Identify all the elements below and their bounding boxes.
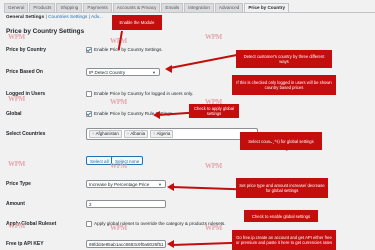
price-by-country-checkbox[interactable] xyxy=(86,47,92,53)
amount-label: Amount xyxy=(6,201,25,207)
price-type-value: Increase by Percentage Price xyxy=(89,182,150,187)
subnav-separator: | xyxy=(88,15,90,20)
callout-detect-country: Detect customer's country by three diffe… xyxy=(236,50,332,68)
countries-multiselect[interactable]: ×Afghanistan ×Albania ×Algeria xyxy=(86,128,258,140)
tab-price-by-country[interactable]: Price by Country xyxy=(244,3,290,12)
country-chip[interactable]: ×Algeria xyxy=(150,130,174,138)
wpm-watermark: WPM xyxy=(8,160,25,168)
price-by-country-label: Price by Country xyxy=(6,47,47,53)
settings-tabs: General Products Shipping Payments Accou… xyxy=(4,2,375,13)
price-type-label: Price Type xyxy=(6,181,31,187)
subnav-separator: | xyxy=(45,15,47,20)
callout-global-settings: Check to apply global settings xyxy=(189,104,239,118)
callout-price-type: Set price type and amount increase/ decr… xyxy=(236,178,328,198)
callout-enable-global: Check to enable global settings xyxy=(244,210,318,222)
tab-products[interactable]: Products xyxy=(29,3,56,12)
price-type-select[interactable]: Increase by Percentage Price ▼ xyxy=(86,180,166,188)
tab-shipping[interactable]: Shipping xyxy=(56,3,83,12)
price-by-country-text: Enable Price by Country Settings. xyxy=(94,47,163,52)
tab-emails[interactable]: Emails xyxy=(161,3,184,12)
subnav-advanced[interactable]: Adv... xyxy=(91,15,103,20)
chevron-down-icon: ▼ xyxy=(152,70,156,75)
logged-in-users-text: Enable Price by Country for logged in us… xyxy=(94,91,194,96)
close-icon[interactable]: × xyxy=(127,131,130,136)
arrow-left-icon xyxy=(153,111,160,119)
price-based-on-select[interactable]: IP Detect Country ▼ xyxy=(86,68,160,76)
tab-accounts-privacy[interactable]: Accounts & Privacy xyxy=(112,3,161,12)
subnav-general[interactable]: General Settings xyxy=(6,15,44,20)
api-key-label: Free ip API KEY xyxy=(6,241,44,247)
wpm-watermark: WPM xyxy=(8,95,25,103)
api-key-input[interactable]: 69fdd4e85ab1acc8683c9f0a8026f51 xyxy=(86,240,166,248)
global-checkbox[interactable] xyxy=(86,111,92,117)
tab-payments[interactable]: Payments xyxy=(83,3,112,12)
close-icon[interactable]: × xyxy=(92,131,95,136)
country-chip[interactable]: ×Afghanistan xyxy=(89,130,122,138)
callout-enable-module: Enable the Module xyxy=(112,15,162,30)
wpm-watermark: WPM xyxy=(8,33,25,41)
price-based-on-label: Price Based On xyxy=(6,69,43,75)
logged-in-users-checkbox[interactable] xyxy=(86,91,92,97)
apply-global-ruleset-checkbox[interactable] xyxy=(86,221,92,227)
select-all-button[interactable]: Select all xyxy=(86,156,113,165)
chevron-down-icon: ▼ xyxy=(158,182,162,187)
callout-arrow xyxy=(171,241,234,246)
arrow-left-icon xyxy=(167,183,174,191)
callout-arrow xyxy=(169,54,237,69)
select-countries-label: Select Countries xyxy=(6,131,46,137)
wpm-watermark: WPM xyxy=(205,162,222,170)
subnav: General Settings | Countries Settings | … xyxy=(6,15,103,20)
arrow-left-icon xyxy=(165,65,172,73)
amount-input[interactable]: 2 xyxy=(86,200,166,208)
callout-logged-in: If this is checked only logged in users … xyxy=(232,75,336,95)
callout-api-key: Go free.ip.create an account and get API… xyxy=(232,230,336,250)
global-label: Global xyxy=(6,111,22,117)
wpm-watermark: WPM xyxy=(110,162,127,170)
wpm-watermark: WPM xyxy=(205,224,222,232)
tab-advanced[interactable]: Advanced xyxy=(214,3,244,12)
wpm-watermark: WPM xyxy=(205,33,222,41)
wpm-watermark: WPM xyxy=(8,222,25,230)
tab-integration[interactable]: Integration xyxy=(184,3,214,12)
subnav-countries[interactable]: Countries Settings xyxy=(48,15,87,20)
country-chip[interactable]: ×Albania xyxy=(123,130,149,138)
tab-general[interactable]: General xyxy=(4,3,29,12)
wpm-watermark: WPM xyxy=(110,98,127,106)
arrow-left-icon xyxy=(167,240,174,248)
callout-arrow xyxy=(171,186,238,191)
price-based-on-value: IP Detect Country xyxy=(89,70,126,75)
close-icon[interactable]: × xyxy=(153,131,156,136)
wpm-watermark: WPM xyxy=(110,224,127,232)
